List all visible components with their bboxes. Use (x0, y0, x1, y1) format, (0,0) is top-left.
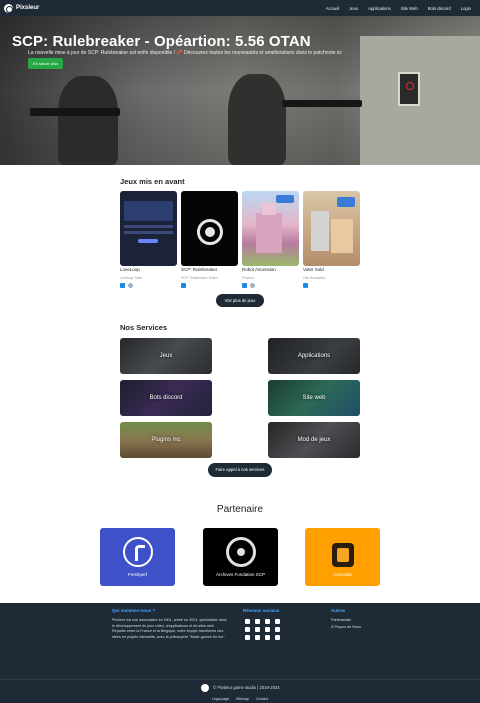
footer-other-title: Autres (331, 608, 346, 613)
facebook-icon[interactable] (245, 635, 250, 640)
nav-item-accueil[interactable]: Accueil (321, 6, 345, 11)
nav-item-site-web[interactable]: Site Web (396, 6, 423, 11)
linkedin-icon[interactable] (275, 627, 280, 632)
nav-item-bots-discord[interactable]: Bots discord (423, 6, 456, 11)
tiktok-icon[interactable] (245, 627, 250, 632)
itchio-icon[interactable] (275, 635, 280, 640)
x-twitter-icon[interactable] (245, 619, 250, 624)
service-label: Mod de jeux (297, 437, 331, 443)
game-platforms (242, 283, 299, 288)
service-card-mod-de-jeux[interactable]: Mod de jeux (268, 422, 360, 458)
navbar: Pixsleur Accueil Jeux Applications Site … (0, 0, 480, 16)
service-card-plugins-mc[interactable]: Plugins mc (120, 422, 212, 458)
game-thumbnail (120, 191, 177, 266)
nav-item-jeux[interactable]: Jeux (344, 6, 363, 11)
partner-card-archives-fondation-scp[interactable]: Archives Fondation SCP (203, 528, 278, 586)
footer-legal-link[interactable]: Legal page (212, 697, 229, 703)
hero-rifle (30, 108, 120, 116)
game-thumbnail (181, 191, 238, 266)
apple-icon (250, 283, 255, 288)
game-name: SCP: Rulebreaker (181, 267, 218, 272)
game-platforms (181, 283, 238, 288)
partner-name: Freshperf (127, 572, 148, 577)
nav-item-login[interactable]: Login (456, 6, 476, 11)
twitch-icon[interactable] (255, 627, 260, 632)
game-name: Voter Sold (303, 267, 324, 272)
discord-icon[interactable] (275, 619, 280, 624)
footer-contact-link[interactable]: Contact (256, 697, 268, 703)
service-label: Jeux (159, 353, 173, 359)
game-platforms (303, 283, 360, 288)
hero-subtitle: La nouvelle mise à jour de SCP: Rulebrea… (28, 50, 342, 56)
pixsleur-footer-logo-icon (201, 684, 209, 692)
brand-name: Pixsleur (16, 5, 40, 11)
windows-icon (120, 283, 125, 288)
windows-icon (303, 283, 308, 288)
footer-sitemap-link[interactable]: Sitemap (236, 697, 249, 703)
game-card-voter-sold[interactable]: Voter Sold Oak Simulation (303, 191, 360, 288)
freshperf-logo-icon (122, 537, 153, 567)
hero-banner: SCP: Rulebreaker - Opéartion: 5.56 OTAN … (0, 16, 480, 165)
game-developer: Loveloop Team (120, 276, 143, 280)
game-card-robot-ascension[interactable]: Robot Ascension Pixsleur (242, 191, 299, 288)
game-developer: Pixsleur (242, 276, 254, 280)
game-developer: Oak Simulation (303, 276, 326, 280)
featured-games-title: Jeux mis en avant (120, 177, 185, 186)
game-thumbnail (242, 191, 299, 266)
learn-more-button[interactable]: En savoir plus (28, 58, 64, 69)
shooting-target (398, 72, 420, 106)
game-name: Robot Ascension (242, 267, 276, 272)
partners-title: Partenaire (216, 504, 264, 515)
footer-copyright: © Pixsleur game studio | 2019-2024 (213, 685, 280, 690)
game-developer: SCP: Rulebreaker Studio (181, 276, 218, 280)
hero-soldier (58, 76, 118, 165)
partner-name: Archives Fondation SCP (215, 572, 266, 577)
service-card-applications[interactable]: Applications (268, 338, 360, 374)
hero-title: SCP: Rulebreaker - Opéartion: 5.56 OTAN (12, 33, 311, 50)
game-thumbnail (303, 191, 360, 266)
nav-item-applications[interactable]: Applications (363, 6, 396, 11)
footer-link-partenariats[interactable]: Partenariats (331, 618, 351, 624)
pixsleur-logo-icon (4, 3, 13, 13)
service-label: Bots discord (149, 395, 183, 401)
hero-wall (360, 36, 480, 165)
footer-link-a-propos[interactable]: À Propos de Nous (331, 625, 361, 631)
apple-icon (128, 283, 133, 288)
github-icon[interactable] (265, 627, 270, 632)
service-label: Applications (297, 353, 331, 359)
scp-logo-icon (225, 537, 256, 567)
cococlub-logo-icon (331, 543, 354, 567)
windows-icon (242, 283, 247, 288)
footer: Qui sommes-nous ? Pixsleur est une assoc… (0, 603, 480, 703)
service-card-bots-discord[interactable]: Bots discord (120, 380, 212, 416)
services-title: Nos Services (120, 323, 168, 332)
game-platforms (120, 283, 177, 288)
game-card-loveloop[interactable]: LoveLoop Loveloop Team (120, 191, 177, 288)
instagram-icon[interactable] (255, 619, 260, 624)
partner-card-cococlub[interactable]: Cococlub (305, 528, 380, 586)
footer-about-text: Pixsleur est une association loi 1901, c… (112, 618, 227, 639)
hero-rifle (282, 100, 362, 107)
windows-icon (181, 283, 186, 288)
game-card-scp-rulebreaker[interactable]: SCP: Rulebreaker SCP: Rulebreaker Studio (181, 191, 238, 288)
service-label: Plugins mc (151, 437, 181, 443)
youtube-icon[interactable] (265, 619, 270, 624)
nav-menu: Accueil Jeux Applications Site Web Bots … (321, 6, 476, 11)
brand-logo[interactable]: Pixsleur (4, 3, 40, 13)
partner-card-freshperf[interactable]: Freshperf (100, 528, 175, 586)
request-services-button[interactable]: Faire appel à nos services (208, 463, 272, 477)
footer-about-title: Qui sommes-nous ? (112, 608, 156, 613)
steam-icon[interactable] (265, 635, 270, 640)
social-icons (245, 619, 282, 640)
service-card-site-web[interactable]: Site web (268, 380, 360, 416)
service-label: Site web (302, 395, 326, 401)
partner-name: Cococlub (333, 572, 352, 577)
hero-soldier (228, 74, 286, 165)
service-card-jeux[interactable]: Jeux (120, 338, 212, 374)
more-games-button[interactable]: Voir plus de jeux (216, 294, 264, 307)
footer-divider (0, 679, 480, 680)
reddit-icon[interactable] (255, 635, 260, 640)
footer-social-title: Réseaux sociaux (243, 608, 280, 613)
game-name: LoveLoop (120, 267, 140, 272)
